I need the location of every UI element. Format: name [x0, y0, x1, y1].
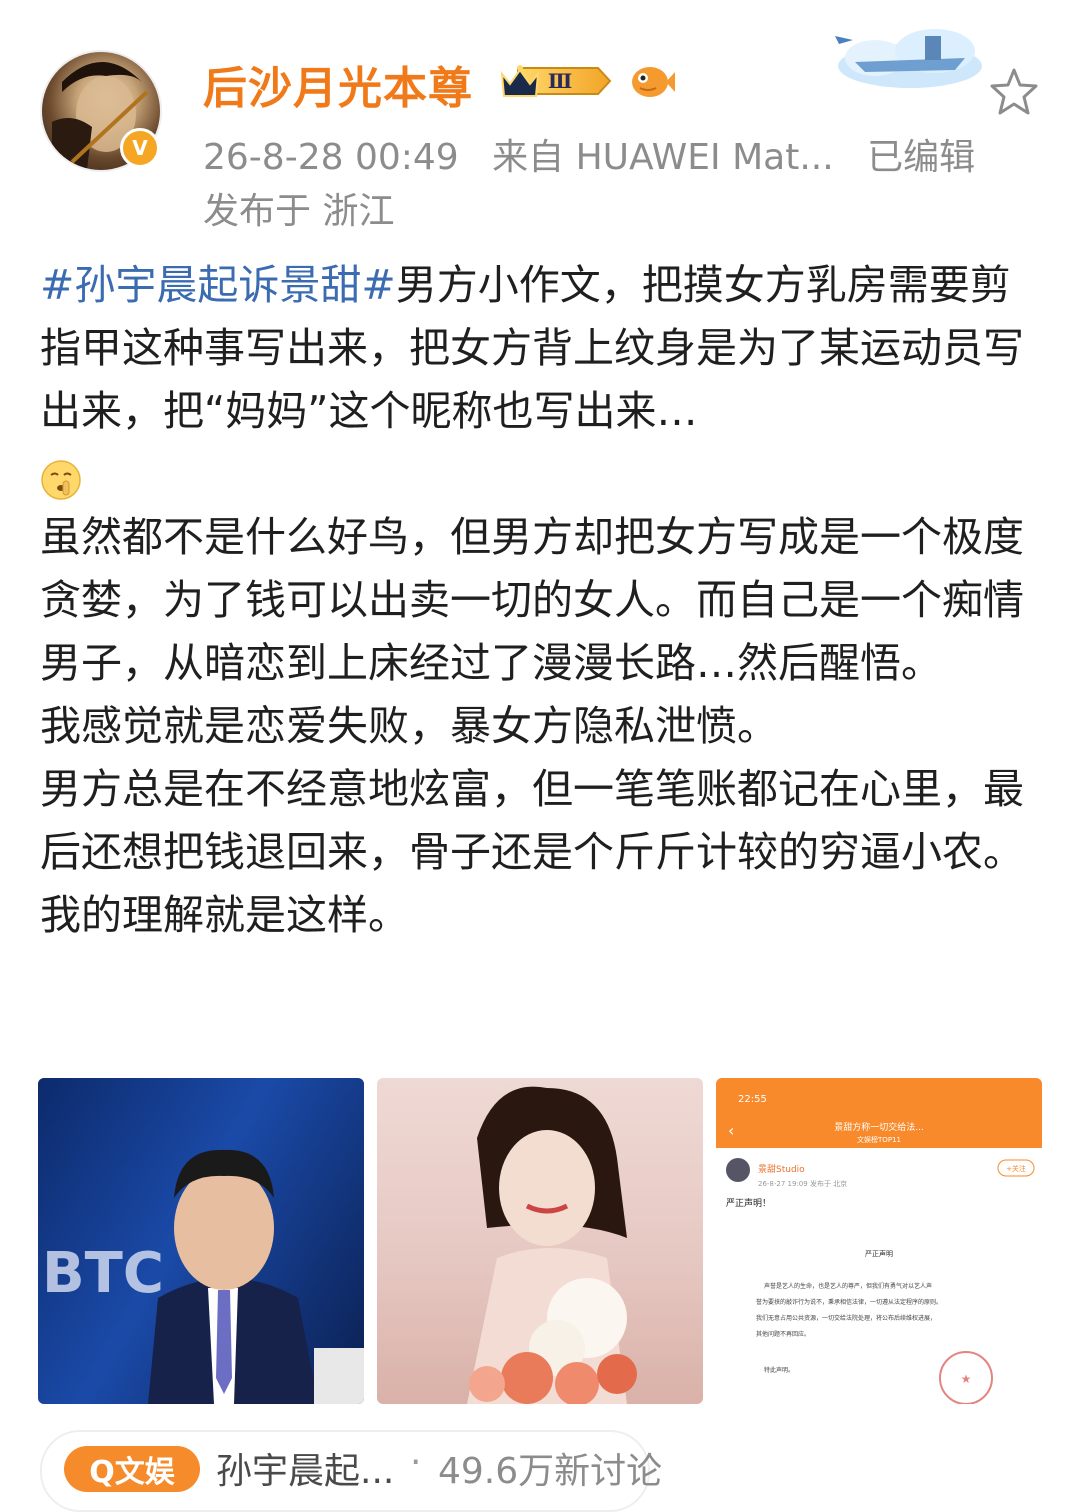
screenshot-meta: 26-8-27 19:09 发布于 北京 [758, 1179, 847, 1188]
svg-text:‹: ‹ [728, 1121, 734, 1140]
screenshot-topbar-title: 景甜方称一切交给法... [834, 1121, 924, 1133]
discussion-count: 49.6万新讨论 [438, 1451, 663, 1492]
avatar[interactable]: V [40, 50, 162, 172]
cloud-decoration-icon [815, 6, 985, 94]
level-badge-text: Ⅲ [548, 69, 572, 93]
topic-tag[interactable]: Q文娱 [64, 1446, 200, 1492]
post-timestamp: 26-8-28 00:49 [203, 137, 459, 178]
dot-separator: · [410, 1442, 422, 1483]
star-icon[interactable] [988, 66, 1040, 118]
post-source[interactable]: 来自 HUAWEI Mat... [492, 137, 834, 178]
svg-text:★: ★ [961, 1372, 972, 1386]
post-header: V 后沙月光本尊 Ⅲ 26-8-28 00:49 来自 HUAWEI Mat..… [0, 0, 1080, 240]
btc-text: BTC [42, 1241, 164, 1306]
post-meta: 26-8-28 00:49 来自 HUAWEI Mat... 已编辑 [203, 128, 997, 180]
screenshot-time: 22:55 [738, 1094, 767, 1105]
post-image-1[interactable]: BTC [38, 1078, 364, 1404]
emoji-line [40, 443, 1040, 506]
username[interactable]: 后沙月光本尊 [203, 52, 473, 116]
post-paragraph: 男方总是在不经意地炫富，但一笔笔账都记在心里，最后还想把钱退回来，骨子还是个斤斤… [40, 765, 1024, 876]
post-image-2[interactable] [377, 1078, 703, 1404]
screenshot-doc-line: 声誉是艺人的生命，也是艺人的尊严，但我们有勇气对以艺人声 [764, 1282, 932, 1290]
screenshot-headline: 严正声明！ [726, 1197, 771, 1209]
post-paragraph: #孙宇晨起诉景甜#男方小作文，把摸女方乳房需要剪指甲这种事写出来，把女方背上纹身… [40, 254, 1040, 443]
edited-label[interactable]: 已编辑 [867, 137, 975, 178]
image-grid: BTC 22:55 ‹ 景甜方称一切交给法... 文娱榜TOP11 景甜Stud… [38, 1078, 1042, 1404]
screenshot-doc-line: 其他问题不再回应。 [756, 1330, 810, 1338]
hashtag-link[interactable]: #孙宇晨起诉景甜# [40, 261, 396, 309]
post-paragraph: 我感觉就是恋爱失败，暴女方隐私泄愤。 [40, 702, 778, 750]
screenshot-doc-end: 特此声明。 [764, 1366, 794, 1374]
verified-badge-icon: V [120, 128, 160, 168]
topic-name[interactable]: 孙宇晨起... [216, 1442, 394, 1494]
post-location: 发布于 浙江 [203, 191, 395, 232]
screenshot-doc-line: 誉为要挟的敲诈行为说不，秉承相信法律，一切遵从法定程序的原则。 [756, 1298, 942, 1306]
screenshot-doc-line: 我们无意占用公共资源，一切交给法院处理，将公布后续维权进展， [756, 1314, 936, 1322]
crown-icon[interactable]: Ⅲ [498, 60, 616, 102]
post-paragraph: 虽然都不是什么好鸟，但男方却把女方写成是一个极度贪婪，为了钱可以出卖一切的女人。… [40, 513, 1024, 687]
post-paragraph: 我的理解就是这样。 [40, 891, 409, 939]
screenshot-follow: +关注 [1006, 1164, 1026, 1173]
fish-icon[interactable] [628, 58, 676, 102]
topic-pill[interactable]: Q文娱 孙宇晨起... · 49.6万新讨论 [40, 1430, 662, 1512]
screenshot-account: 景甜Studio [758, 1163, 805, 1175]
post-body: #孙宇晨起诉景甜#男方小作文，把摸女方乳房需要剪指甲这种事写出来，把女方背上纹身… [40, 254, 1040, 947]
screenshot-topbar-sub: 文娱榜TOP11 [857, 1135, 901, 1144]
screenshot-doc-title: 严正声明 [865, 1249, 893, 1258]
shushing-face-icon [40, 456, 82, 500]
post-image-3-screenshot[interactable]: 22:55 ‹ 景甜方称一切交给法... 文娱榜TOP11 景甜Studio 2… [716, 1078, 1042, 1404]
